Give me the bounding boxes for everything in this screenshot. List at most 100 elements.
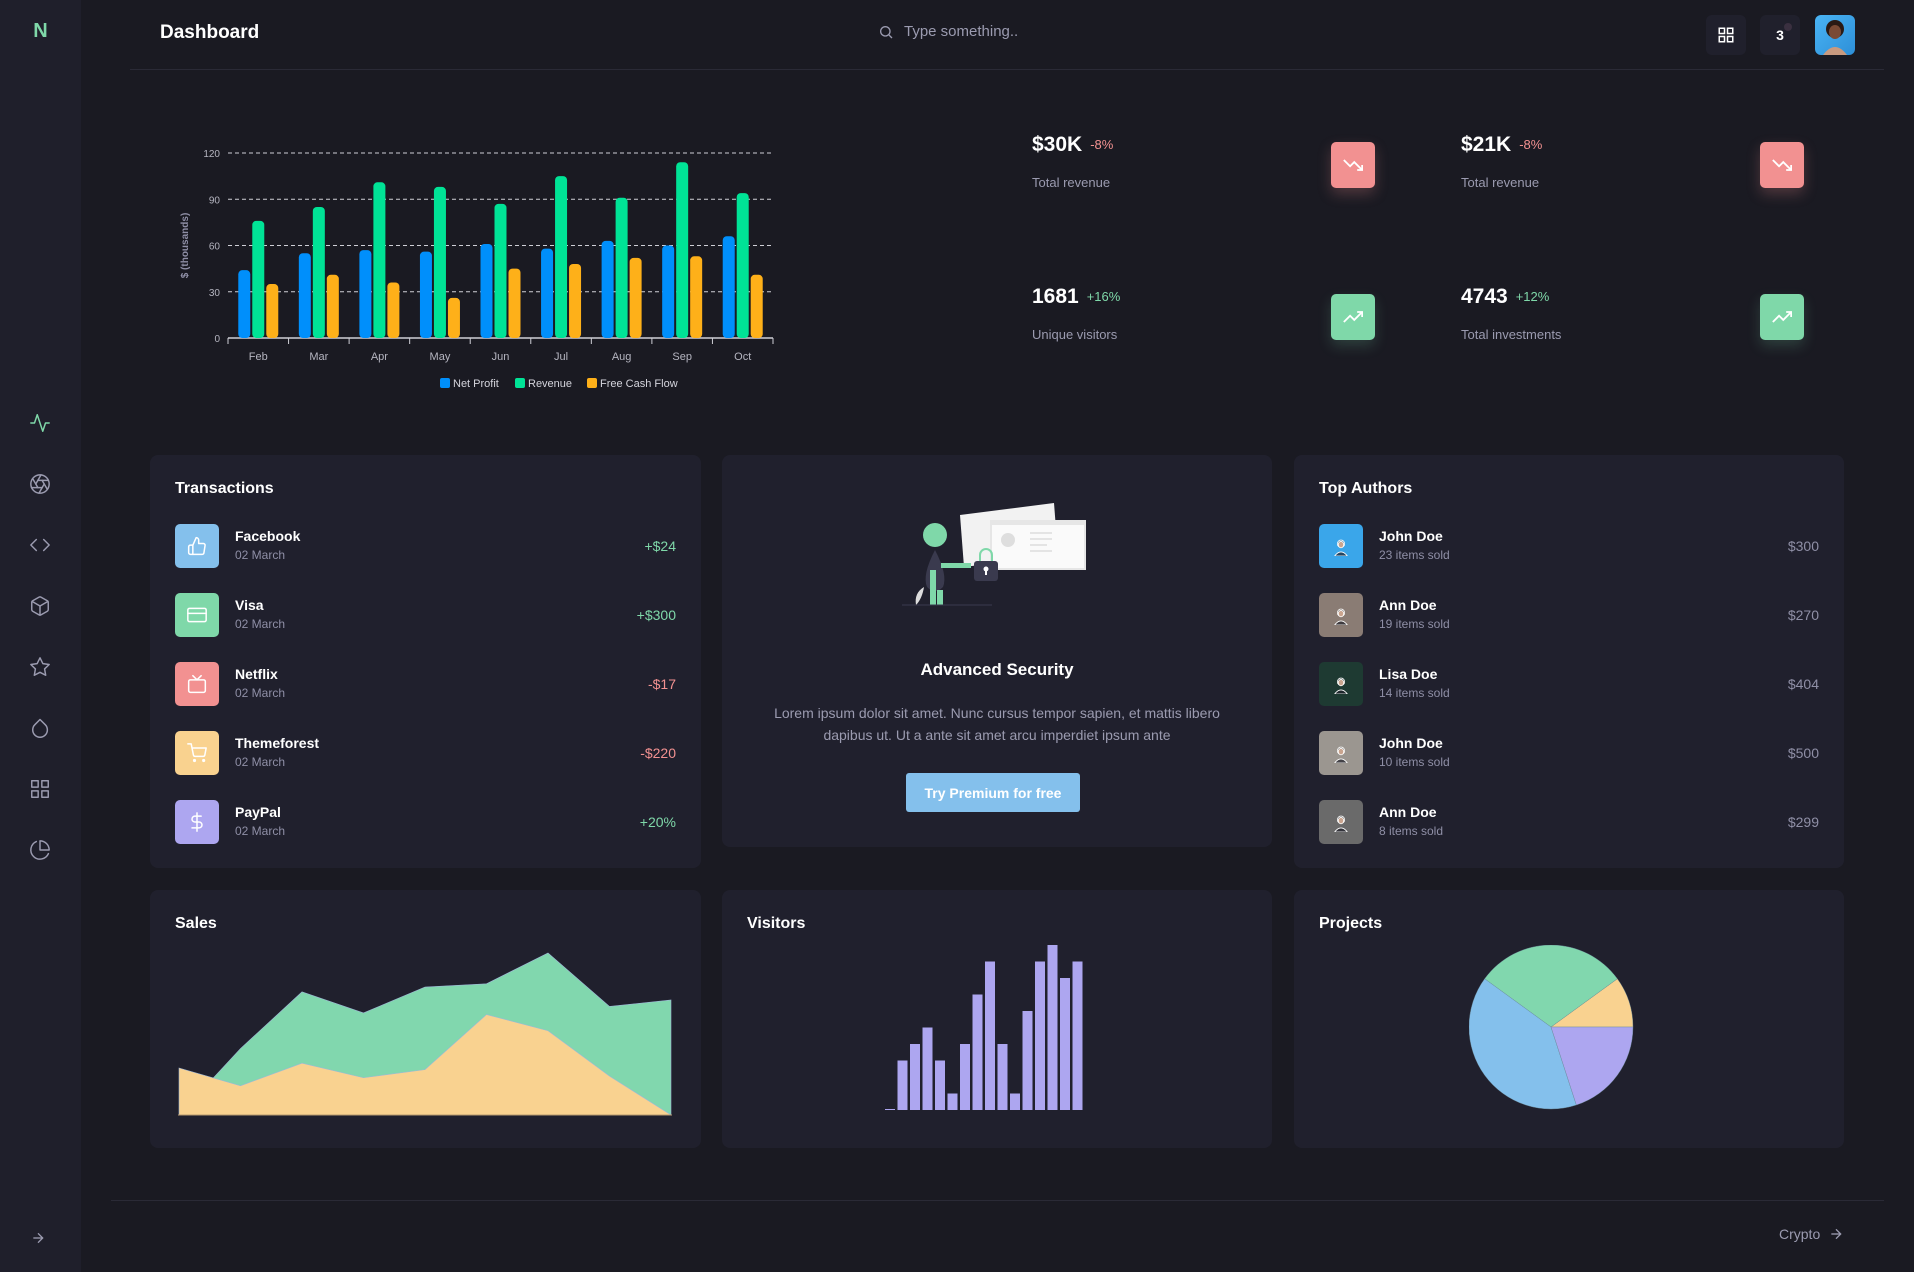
bar-revenue[interactable] <box>676 162 689 338</box>
stat-label: Total investments <box>1461 327 1562 342</box>
transaction-row[interactable]: Themeforest 02 March -$220 <box>175 731 676 777</box>
transaction-row[interactable]: Netflix 02 March -$17 <box>175 662 676 708</box>
bar-net-profit[interactable] <box>662 245 675 339</box>
sidebar-item-star[interactable] <box>25 652 55 682</box>
bar-net-profit[interactable] <box>541 248 554 338</box>
author-row[interactable]: John Doe 23 items sold $300 <box>1319 524 1819 570</box>
pie-chart-icon <box>30 840 50 860</box>
visitor-bar[interactable] <box>1022 1011 1033 1110</box>
sidebar-item-grid[interactable] <box>25 774 55 804</box>
card-title: Sales <box>175 915 217 932</box>
x-tick-label: Sep <box>672 351 692 363</box>
bar-net-profit[interactable] <box>722 236 735 338</box>
author-avatar <box>1319 593 1363 637</box>
bar-free-cash-flow[interactable] <box>750 274 763 338</box>
visitor-bar[interactable] <box>972 994 983 1111</box>
bar-revenue[interactable] <box>252 220 265 338</box>
x-tick-label: Oct <box>734 351 751 363</box>
security-illustration <box>902 503 1086 606</box>
visitor-bar[interactable] <box>1060 978 1070 1110</box>
author-row[interactable]: Ann Doe 19 items sold $270 <box>1319 593 1819 639</box>
sidebar-item-box[interactable] <box>25 591 55 621</box>
bar-free-cash-flow[interactable] <box>569 264 582 338</box>
sidebar-item-aperture[interactable] <box>25 469 55 499</box>
visitor-bar[interactable] <box>1035 961 1045 1111</box>
author-avatar <box>1319 800 1363 844</box>
visitor-bar[interactable] <box>947 1093 958 1111</box>
bar-revenue[interactable] <box>736 193 749 338</box>
bar-net-profit[interactable] <box>480 243 493 338</box>
visitor-bar[interactable] <box>1047 945 1058 1110</box>
page-title: Dashboard <box>160 22 260 43</box>
visitor-bar[interactable] <box>960 1044 970 1110</box>
sidebar-item-activity[interactable] <box>25 408 55 438</box>
author-row[interactable]: Lisa Doe 14 items sold $404 <box>1319 662 1819 708</box>
visitor-bar[interactable] <box>885 1109 895 1110</box>
search-input[interactable] <box>904 23 1104 40</box>
crypto-link[interactable]: Crypto <box>1779 1226 1844 1242</box>
stat-value: $30K <box>1032 133 1083 156</box>
bar-chart-svg: 0 30 60 90 120 $ (thousands) Feb Mar Apr May Jun Ju… <box>180 149 774 390</box>
transaction-icon-badge <box>175 524 219 568</box>
visitor-bar[interactable] <box>935 1060 945 1111</box>
transaction-row[interactable]: Facebook 02 March +$24 <box>175 524 676 570</box>
transaction-name: PayPal <box>235 804 281 820</box>
y-axis-label: $ (thousands) <box>180 213 191 279</box>
bar-net-profit[interactable] <box>359 250 372 338</box>
transaction-row[interactable]: Visa 02 March +$300 <box>175 593 676 639</box>
sidebar-item-droplet[interactable] <box>25 713 55 743</box>
bar-free-cash-flow[interactable] <box>508 268 521 338</box>
bar-net-profit[interactable] <box>238 270 251 338</box>
author-avatar <box>1319 662 1363 706</box>
bar-free-cash-flow[interactable] <box>266 284 279 338</box>
bar-revenue[interactable] <box>312 206 325 338</box>
bar-revenue[interactable] <box>615 197 628 338</box>
visitor-bar[interactable] <box>897 1060 908 1111</box>
stat-label: Unique visitors <box>1032 327 1118 342</box>
bar-revenue[interactable] <box>555 176 568 338</box>
bar-net-profit[interactable] <box>601 240 614 338</box>
visitor-bar[interactable] <box>1072 961 1083 1111</box>
visitor-bar[interactable] <box>1010 1093 1020 1111</box>
y-tick-label: 60 <box>209 242 221 253</box>
author-amount: $500 <box>1787 745 1819 761</box>
visitors-card: Visitors <box>722 890 1272 1148</box>
visitor-bar[interactable] <box>997 1044 1008 1110</box>
bar-revenue[interactable] <box>494 203 507 338</box>
financial-bar-chart: 0 30 60 90 120 $ (thousands) Feb Mar Apr May Jun Ju… <box>170 130 960 400</box>
visitor-bar[interactable] <box>985 961 995 1111</box>
user-avatar[interactable] <box>1815 15 1855 55</box>
legend-swatch <box>440 378 450 388</box>
notifications-button[interactable]: 3 <box>1760 15 1800 55</box>
logo[interactable]: N <box>0 20 81 43</box>
legend-label[interactable]: Revenue <box>528 378 572 390</box>
author-amount: $300 <box>1787 538 1819 554</box>
transaction-row[interactable]: PayPal 02 March +20% <box>175 800 676 846</box>
author-name: Ann Doe <box>1379 597 1437 613</box>
grid-icon <box>1718 27 1734 43</box>
shopping-cart-icon <box>187 743 207 763</box>
legend-label[interactable]: Net Profit <box>453 378 499 390</box>
bar-free-cash-flow[interactable] <box>387 282 400 339</box>
sidebar-item-pie-chart[interactable] <box>25 835 55 865</box>
bar-free-cash-flow[interactable] <box>447 297 460 338</box>
sidebar-collapse-button[interactable] <box>30 1230 46 1251</box>
visitor-bar[interactable] <box>910 1044 920 1110</box>
bar-net-profit[interactable] <box>298 253 311 338</box>
bar-net-profit[interactable] <box>419 251 432 338</box>
bar-free-cash-flow[interactable] <box>629 257 642 338</box>
projects-pie-chart <box>1469 945 1634 1110</box>
bar-revenue[interactable] <box>433 186 446 338</box>
bar-free-cash-flow[interactable] <box>690 256 703 338</box>
apps-button[interactable] <box>1706 15 1746 55</box>
x-tick-label: Jun <box>492 351 510 363</box>
author-row[interactable]: John Doe 10 items sold $500 <box>1319 731 1819 777</box>
trend-up-badge <box>1760 294 1804 340</box>
bar-revenue[interactable] <box>373 182 386 338</box>
author-row[interactable]: Ann Doe 8 items sold $299 <box>1319 800 1819 846</box>
try-premium-button[interactable]: Try Premium for free <box>906 773 1080 812</box>
bar-free-cash-flow[interactable] <box>326 274 339 338</box>
sidebar-item-code[interactable] <box>25 530 55 560</box>
visitor-bar[interactable] <box>922 1027 933 1111</box>
legend-label[interactable]: Free Cash Flow <box>600 378 678 390</box>
